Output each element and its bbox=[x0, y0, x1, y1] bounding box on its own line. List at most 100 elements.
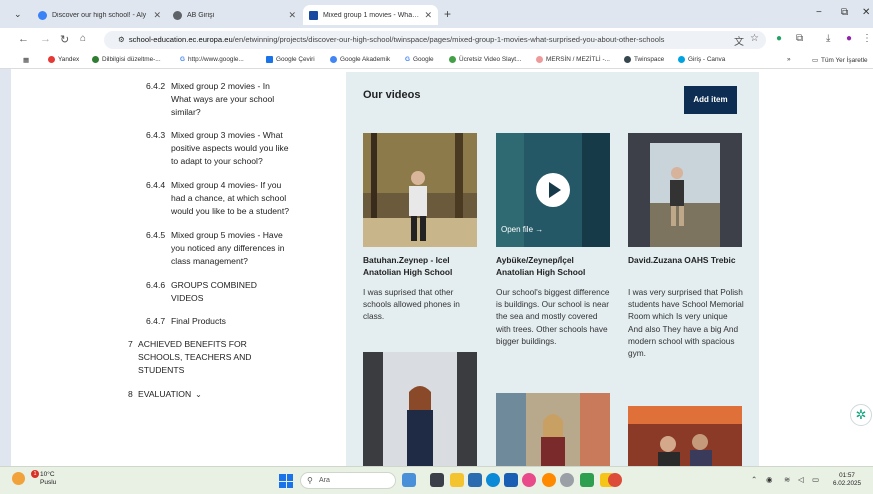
video-thumbnail-david[interactable] bbox=[628, 133, 742, 247]
twinspace-icon bbox=[624, 56, 631, 63]
taskbar-clock[interactable]: 01:57 6.02.2025 bbox=[833, 472, 861, 488]
outlook-icon[interactable] bbox=[504, 473, 518, 487]
video-thumbnail-batuhan[interactable] bbox=[363, 133, 477, 247]
app-icon[interactable] bbox=[542, 473, 556, 487]
chrome-icon[interactable] bbox=[608, 473, 622, 487]
volume-icon[interactable]: ◁ bbox=[798, 475, 804, 484]
weather-badge: 1 bbox=[31, 470, 39, 478]
app-icon[interactable] bbox=[580, 473, 594, 487]
our-videos-panel: Our videos Add item Batuhan.Zeynep - Ice… bbox=[346, 72, 759, 466]
eu-flag-icon bbox=[309, 10, 318, 20]
tray-app-icon[interactable]: ◉ bbox=[766, 475, 773, 484]
video-title-david[interactable]: David.Zuzana OAHS Trebic bbox=[628, 254, 746, 266]
site-icon bbox=[536, 56, 543, 63]
download-icon[interactable]: ⤓ bbox=[826, 33, 830, 44]
weather-widget[interactable]: 10°C Puslu bbox=[40, 471, 56, 487]
bookmarks-overflow-button[interactable]: » bbox=[787, 56, 791, 63]
open-file-link[interactable]: Open file → bbox=[501, 225, 543, 234]
play-triangle-icon bbox=[549, 182, 561, 198]
video-description-batuhan: I was suprised that other schools allowe… bbox=[363, 287, 460, 322]
google-icon: G bbox=[405, 56, 410, 63]
close-tab-icon[interactable]: ✕ bbox=[424, 10, 432, 21]
site-info-icon[interactable]: ⚙ bbox=[118, 35, 125, 44]
video-description-david: I was very surprised that Polish student… bbox=[628, 287, 744, 359]
bookmark-mersin[interactable]: MERSİN / MEZİTLİ -... bbox=[536, 56, 610, 63]
file-explorer-icon[interactable] bbox=[450, 473, 464, 487]
bookmark-google-akademik[interactable]: Google Akademik bbox=[330, 56, 390, 63]
yandex-icon bbox=[48, 56, 55, 63]
new-tab-button[interactable]: + bbox=[444, 7, 451, 21]
bookmark-google[interactable]: G Google bbox=[405, 56, 434, 63]
student-photo bbox=[628, 133, 742, 247]
google-icon: G bbox=[180, 56, 185, 63]
minimize-button[interactable]: − bbox=[816, 7, 822, 18]
video-thumbnail-row2-1[interactable] bbox=[363, 352, 477, 466]
photos-icon[interactable] bbox=[522, 473, 536, 487]
taskbar-search-input[interactable]: ⚲ Ara bbox=[300, 472, 396, 489]
site-icon bbox=[92, 56, 99, 63]
close-tab-icon[interactable]: ✕ bbox=[153, 10, 161, 21]
app-icon[interactable] bbox=[560, 473, 574, 487]
back-arrow-icon[interactable]: ← bbox=[18, 33, 29, 45]
student-photo bbox=[496, 393, 610, 466]
video-thumbnail-row2-2[interactable] bbox=[496, 393, 610, 466]
student-photo bbox=[363, 352, 477, 466]
tab-discover-high-school[interactable]: Discover our high school! - Aly ✕ bbox=[32, 5, 167, 25]
extension-icon[interactable]: ● bbox=[776, 33, 782, 44]
battery-icon[interactable]: ▭ bbox=[812, 475, 819, 484]
weather-sun-icon[interactable] bbox=[12, 472, 25, 485]
globe-icon bbox=[38, 10, 47, 20]
wifi-icon[interactable]: ≋ bbox=[784, 475, 790, 484]
forward-arrow-icon[interactable]: → bbox=[40, 33, 51, 45]
chatgpt-extension-icon[interactable]: ✲ bbox=[850, 404, 872, 426]
reload-icon[interactable]: ↻ bbox=[60, 33, 69, 46]
video-title-aybuke[interactable]: Aybüke/Zeynep/İçel Anatolian High School bbox=[496, 254, 614, 278]
tab-mixed-group-1[interactable]: Mixed group 1 movies - What s ✕ bbox=[303, 5, 438, 25]
windows-start-icon[interactable] bbox=[279, 474, 293, 488]
close-window-button[interactable]: ✕ bbox=[862, 7, 870, 18]
tray-chevron-up-icon[interactable]: ⌃ bbox=[751, 475, 757, 484]
page-content: 6.4.2 Mixed group 2 movies - In What way… bbox=[11, 69, 873, 466]
video-description-aybuke: Our school's biggest difference is build… bbox=[496, 287, 610, 346]
browser-toolbar: ← → ↻ ⌂ ⚙ school-education.ec.europa.eu/e… bbox=[0, 28, 873, 52]
edge-icon[interactable] bbox=[486, 473, 500, 487]
search-icon: ⚲ bbox=[307, 476, 313, 485]
bookmark-yandex[interactable]: Yandex bbox=[48, 56, 79, 63]
bookmark-canva[interactable]: Giriş - Canva bbox=[678, 56, 725, 63]
table-of-contents: 6.4.2 Mixed group 2 movies - In What way… bbox=[128, 81, 290, 399]
translate-icon[interactable]: 文 bbox=[734, 33, 744, 48]
video-thumbnail-aybuke[interactable]: Open file → bbox=[496, 133, 610, 247]
site-icon bbox=[449, 56, 456, 63]
store-icon[interactable] bbox=[468, 473, 482, 487]
bookmark-dilbilgisi[interactable]: Dilbilgisi düzeltme-... bbox=[92, 56, 161, 63]
student-photo bbox=[363, 133, 477, 247]
extensions-puzzle-icon[interactable]: ⧉ bbox=[796, 33, 803, 44]
home-icon[interactable]: ⌂ bbox=[80, 33, 86, 44]
globe-icon bbox=[173, 10, 182, 20]
maximize-button[interactable]: ⧉ bbox=[841, 7, 848, 18]
bookmark-google-link[interactable]: Ghttp://www.google... bbox=[180, 56, 244, 63]
bookmark-star-icon[interactable]: ☆ bbox=[750, 33, 759, 44]
panel-title: Our videos bbox=[363, 89, 421, 101]
video-title-batuhan[interactable]: Batuhan.Zeynep - Icel Anatolian High Sch… bbox=[363, 254, 481, 278]
canva-icon bbox=[678, 56, 685, 63]
translate-icon bbox=[266, 56, 273, 63]
bookmark-video-slayt[interactable]: Ücretsiz Video Slayt... bbox=[449, 56, 521, 63]
chevron-down-icon[interactable]: ⌄ bbox=[195, 390, 202, 399]
menu-kebab-icon[interactable]: ⋮ bbox=[862, 33, 872, 44]
bookmark-google-ceviri[interactable]: Google Çeviri bbox=[266, 56, 315, 63]
video-thumbnail-row2-3[interactable] bbox=[628, 406, 742, 466]
windows-taskbar: 1 10°C Puslu ⚲ Ara ⌃ ◉ ≋ ◁ ▭ 01:57 6.02.2… bbox=[0, 466, 873, 494]
profile-avatar-icon[interactable]: ● bbox=[846, 33, 852, 44]
address-bar[interactable]: ⚙ school-education.ec.europa.eu/en/etwinn… bbox=[104, 31, 766, 49]
all-bookmarks-folder[interactable]: ▭ Tüm Yer İşaretle bbox=[812, 56, 868, 65]
add-item-button[interactable]: Add item bbox=[684, 86, 737, 114]
widgets-icon[interactable] bbox=[402, 473, 416, 487]
tab-ab-girisi[interactable]: AB Girişi ✕ bbox=[167, 5, 302, 25]
task-view-icon[interactable] bbox=[430, 473, 444, 487]
tab-search-chevron-icon[interactable]: ⌄ bbox=[14, 9, 22, 20]
apps-grid-icon[interactable]: ▦ bbox=[23, 56, 29, 64]
bookmarks-bar: ▦ Yandex Dilbilgisi düzeltme-... Ghttp:/… bbox=[0, 52, 873, 69]
bookmark-twinspace[interactable]: Twinspace bbox=[624, 56, 664, 63]
close-tab-icon[interactable]: ✕ bbox=[288, 10, 296, 21]
